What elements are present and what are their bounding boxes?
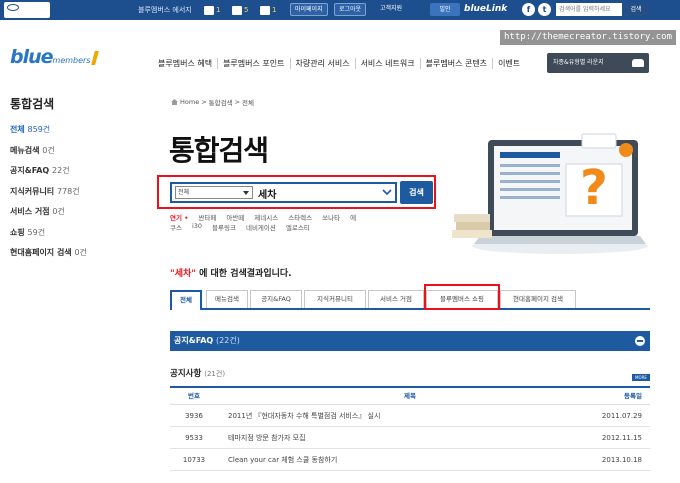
nav-event[interactable]: 이벤트: [492, 58, 525, 69]
main-nav: 블루멤버스 혜택 블루멤버스 포인트 차량관리 서비스 서비스 네트워크 블루멤…: [158, 58, 525, 69]
tab-faq[interactable]: 공지&FAQ: [250, 290, 302, 308]
scope-select[interactable]: 전체: [175, 186, 253, 199]
stat-point[interactable]: 5: [232, 4, 248, 16]
notice-table: 번호 제목 등록일 3936 2011년 『현대자동차 수해 특별점검 서비스』…: [170, 386, 650, 471]
logout-button[interactable]: 로그아웃: [334, 3, 367, 16]
table-header: 번호 제목 등록일: [170, 388, 650, 405]
stat-message[interactable]: 1: [260, 4, 276, 16]
keyword[interactable]: 제네시스: [254, 212, 278, 222]
sidebar-item-hyundai[interactable]: 현대홈페이지 검색 0건: [10, 247, 87, 268]
nav-car-service[interactable]: 차량관리 서비스: [289, 58, 355, 69]
stat-coupon[interactable]: 1: [204, 4, 220, 16]
hyundai-mark-icon: [7, 4, 19, 11]
keyword[interactable]: 싼타페: [198, 212, 216, 222]
sidebar-item-menu[interactable]: 메뉴검색 0건: [10, 145, 87, 166]
home-icon: [171, 99, 178, 105]
faq-section-bar[interactable]: 공지&FAQ (22건): [170, 331, 650, 351]
nav-benefits[interactable]: 블루멤버스 혜택: [158, 58, 217, 69]
top-bar: 블루멤버스 에서지 1 5 1 마이페이지 로그아웃 고객지원 빌인 blueL…: [0, 0, 680, 20]
nav-contents[interactable]: 블루멤버스 콘텐츠: [419, 58, 492, 69]
collapse-icon[interactable]: [635, 336, 645, 346]
keyword[interactable]: 쏘나타: [322, 212, 340, 222]
sidebar-item-all[interactable]: 전체 859건: [10, 124, 87, 145]
tab-service[interactable]: 서비스 거점: [368, 290, 424, 308]
coupon-icon: [204, 5, 214, 15]
popular-keywords-row2: 쿠스 i30 블루링크 네비게이션 엘로스티: [170, 222, 310, 232]
popular-keywords-row1: 연기 • 싼타페 아반떼 제네시스 스타렉스 쏘나타 에: [170, 212, 357, 222]
svg-text:?: ?: [580, 160, 608, 216]
dropdown-arrow-icon: [243, 191, 249, 195]
bluelink-logo[interactable]: blueLink: [464, 4, 507, 14]
nav-network[interactable]: 서비스 네트워크: [354, 58, 420, 69]
top-search-button[interactable]: 검색: [624, 3, 648, 16]
sidebar-item-shopping[interactable]: 쇼핑 59건: [10, 227, 87, 248]
keyword[interactable]: 블루링크: [212, 222, 236, 232]
table-row[interactable]: 3936 2011년 『현대자동차 수해 특별점검 서비스』 실시 2011.0…: [170, 405, 650, 427]
sidebar-item-community[interactable]: 지식커뮤니티 778건: [10, 186, 87, 207]
tab-all[interactable]: 전체: [170, 290, 202, 310]
search-button[interactable]: 검색: [400, 181, 433, 204]
tab-hyundai[interactable]: 현대홈페이지 검색: [500, 290, 576, 308]
result-heading: "세차" 에 대한 검색결과입니다.: [170, 269, 292, 279]
facebook-icon[interactable]: f: [522, 3, 535, 16]
keyword[interactable]: 스타렉스: [288, 212, 312, 222]
keyword[interactable]: 에: [350, 212, 356, 222]
keyword[interactable]: 엘로스티: [286, 222, 310, 232]
tab-community[interactable]: 지식커뮤니티: [304, 290, 366, 308]
breadcrumb: Home > 통합검색 > 전체: [171, 97, 254, 107]
bluemembers-logo[interactable]: bluemembers: [10, 46, 99, 68]
keyword[interactable]: 네비게이션: [246, 222, 276, 232]
message-icon: [260, 5, 270, 15]
keyword[interactable]: i30: [192, 222, 202, 232]
car-lounge-button[interactable]: 차종&유형별 라운지: [547, 53, 649, 73]
top-search-input[interactable]: [556, 3, 622, 16]
sidebar-title: 통합검색: [10, 97, 55, 111]
nav-points[interactable]: 블루멤버스 포인트: [217, 58, 289, 69]
search-field: 전체 세차: [170, 182, 397, 203]
more-button[interactable]: MORE: [632, 374, 650, 381]
hyundai-logo[interactable]: [4, 2, 50, 18]
sidebar-item-service[interactable]: 서비스 거점 0건: [10, 206, 87, 227]
mypage-button[interactable]: 마이페이지: [290, 3, 328, 16]
welcome-text: 블루멤버스 에서지: [138, 6, 192, 14]
search-input[interactable]: 세차: [258, 186, 378, 201]
point-icon: [232, 5, 242, 15]
tab-highlight-box: [424, 284, 500, 310]
tab-menu[interactable]: 메뉴검색: [206, 290, 248, 308]
car-icon: [632, 59, 644, 67]
search-illustration: ?: [452, 133, 648, 254]
keyword[interactable]: 아반떼: [226, 212, 244, 222]
page-title: 통합검색: [169, 134, 269, 167]
sidebar-item-faq[interactable]: 공지&FAQ 22건: [10, 165, 87, 186]
support-link[interactable]: 고객지원: [376, 3, 406, 16]
twitter-icon[interactable]: t: [538, 3, 551, 16]
chevron-down-icon[interactable]: [381, 186, 393, 198]
table-row[interactable]: 10733 Clean your car 체험 스쿨 동참하기 2013.10.…: [170, 449, 650, 471]
watermark: http://themecreator.tistory.com: [500, 30, 676, 45]
result-tabs: 전체 메뉴검색 공지&FAQ 지식커뮤니티 서비스 거점 블루멤버스 쇼핑 현대…: [170, 290, 650, 310]
bluelink-button[interactable]: 빌인: [430, 3, 460, 16]
keyword[interactable]: 쿠스: [170, 222, 182, 232]
sidebar-list: 전체 859건 메뉴검색 0건 공지&FAQ 22건 지식커뮤니티 778건 서…: [10, 124, 87, 268]
notice-title: 공지사항 (21건): [170, 369, 226, 379]
table-row[interactable]: 9533 테마지점 방문 참가자 모집 2012.11.15: [170, 427, 650, 449]
